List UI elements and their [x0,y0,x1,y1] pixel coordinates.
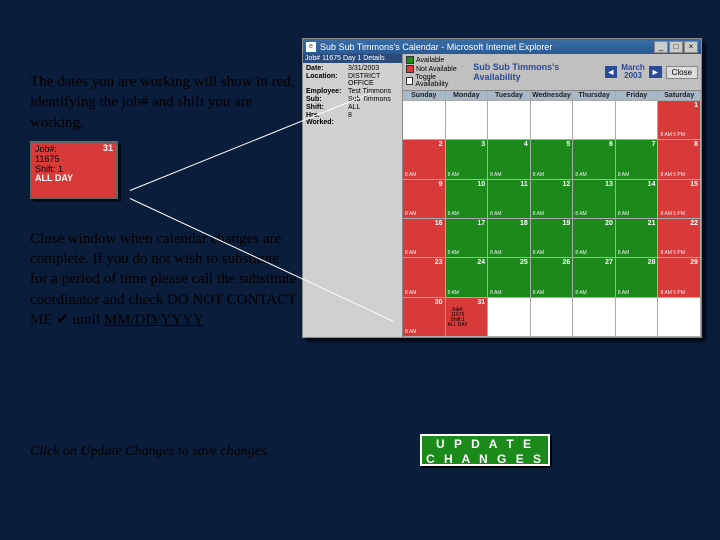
detail-row: Employee:Test Timmons [306,88,399,95]
not-available-label: Not Available [416,66,457,73]
calendar-cell[interactable]: 248 AM [446,258,489,297]
para2-date: MM/DD/YYYY [104,312,204,328]
paragraph-2: Close window when calendar changes are c… [30,229,300,330]
calendar-cell[interactable]: 148 AM [616,180,659,219]
day-header: Saturday [658,91,701,101]
calendar-cell[interactable]: 28 AM [403,140,446,179]
available-swatch [406,56,414,64]
next-month-button[interactable]: ► [649,66,662,78]
job-cell-thumbnail: 31 Job#: 11675 Shift: 1 ALL DAY [30,141,118,199]
legend-row: Available Not Available Toggle Availabil… [403,54,701,90]
grid-row: 168 AM178 AM188 AM198 AM208 AM218 AM228 … [403,219,701,258]
calendar-cell[interactable]: 308 AM [403,298,446,337]
checkmark-icon: ✔ [56,311,69,328]
close-window-button[interactable]: × [684,41,698,53]
calendar-cell[interactable]: 128 AM [531,180,574,219]
calendar-cell[interactable]: 168 AM [403,219,446,258]
calendar-cell [403,101,446,140]
window-title: Sub Sub Timmons's Calendar - Microsoft I… [320,42,552,52]
calendar-cell[interactable]: 278 AM [573,258,616,297]
calendar-title: Sub Sub Timmons's Availability [473,62,596,82]
calendar-cell[interactable]: 98 AM [403,180,446,219]
calendar-cell [616,298,659,337]
day-header: Wednesday [531,91,574,101]
footer-instruction: Click on Update Changes to save changes. [30,444,270,460]
month-label: March 2003 [621,64,645,80]
calendar-cell [446,101,489,140]
update-label-2: C H A N G E S [422,452,548,467]
titlebar: e Sub Sub Timmons's Calendar - Microsoft… [303,39,701,54]
grid-row: 18 AM 5 PM [403,101,701,140]
calendar-cell [616,101,659,140]
calendar-cell [573,298,616,337]
calendar-cell [573,101,616,140]
day-header: Sunday [403,91,446,101]
calendar-cell[interactable]: 238 AM [403,258,446,297]
day-header: Tuesday [488,91,531,101]
day-header: Thursday [573,91,616,101]
ie-icon: e [306,42,316,52]
calendar-cell[interactable]: 188 AM [488,219,531,258]
toggle-label: Toggle Availability [415,74,465,88]
calendar-cell[interactable]: 38 AM [446,140,489,179]
calendar-cell [531,101,574,140]
browser-window: e Sub Sub Timmons's Calendar - Microsoft… [302,38,702,338]
calendar-cell[interactable]: 198 AM [531,219,574,258]
thumb-date: 31 [103,144,113,154]
minimize-button[interactable]: _ [654,41,668,53]
thumb-allday: ALL DAY [35,174,113,184]
grid-row: 98 AM108 AM118 AM128 AM138 AM148 AM158 A… [403,180,701,219]
calendar-cell [488,101,531,140]
day-header: Monday [446,91,489,101]
calendar-cell[interactable]: 158 AM 5 PM [658,180,701,219]
available-label: Available [416,57,444,64]
paragraph-1: The dates you are working will show in r… [30,72,300,133]
calendar-cell[interactable]: 258 AM [488,258,531,297]
detail-row: Date:3/31/2003 [306,65,399,72]
calendar-cell[interactable]: 68 AM [573,140,616,179]
not-available-swatch [406,65,414,73]
grid-row: 308 AM31Job#:11675Shift:1ALL DAY [403,298,701,337]
details-title: Job# 11675 Day 1 Details [303,54,402,63]
calendar-cell[interactable]: 48 AM [488,140,531,179]
calendar-cell[interactable]: 218 AM [616,219,659,258]
grid-row: 28 AM38 AM48 AM58 AM68 AM78 AM88 AM 5 PM [403,140,701,179]
calendar-cell [488,298,531,337]
update-label-1: U P D A T E [422,437,548,452]
calendar-cell[interactable]: 138 AM [573,180,616,219]
instruction-column: The dates you are working will show in r… [30,72,300,330]
calendar-cell[interactable]: 208 AM [573,219,616,258]
detail-row: Shift:ALL [306,104,399,111]
details-pane: Job# 11675 Day 1 Details Date:3/31/2003L… [303,54,403,337]
day-header: Friday [616,91,659,101]
detail-row: Location:DISTRICT OFFICE [306,73,399,87]
update-changes-button[interactable]: U P D A T E C H A N G E S [420,434,550,466]
maximize-button[interactable]: □ [669,41,683,53]
prev-month-button[interactable]: ◄ [605,66,618,78]
calendar-pane: Available Not Available Toggle Availabil… [403,54,701,337]
calendar-cell[interactable]: 178 AM [446,219,489,258]
calendar-cell[interactable]: 118 AM [488,180,531,219]
calendar-cell[interactable]: 58 AM [531,140,574,179]
calendar-cell[interactable]: 18 AM 5 PM [658,101,701,140]
calendar-cell[interactable]: 228 AM 5 PM [658,219,701,258]
calendar-cell[interactable]: 78 AM [616,140,659,179]
calendar-cell[interactable]: 31Job#:11675Shift:1ALL DAY [446,298,489,337]
calendar-cell[interactable]: 298 AM 5 PM [658,258,701,297]
calendar-cell[interactable]: 108 AM [446,180,489,219]
calendar-cell[interactable]: 268 AM [531,258,574,297]
calendar-cell[interactable]: 88 AM 5 PM [658,140,701,179]
close-cal-button[interactable]: Close [666,66,698,79]
grid-header: SundayMondayTuesdayWednesdayThursdayFrid… [403,91,701,101]
para2-b: until [69,312,104,328]
calendar-cell[interactable]: 288 AM [616,258,659,297]
grid-row: 238 AM248 AM258 AM268 AM278 AM288 AM298 … [403,258,701,297]
toggle-swatch [406,77,413,85]
calendar-grid: SundayMondayTuesdayWednesdayThursdayFrid… [403,90,701,337]
calendar-cell [658,298,701,337]
calendar-cell [531,298,574,337]
